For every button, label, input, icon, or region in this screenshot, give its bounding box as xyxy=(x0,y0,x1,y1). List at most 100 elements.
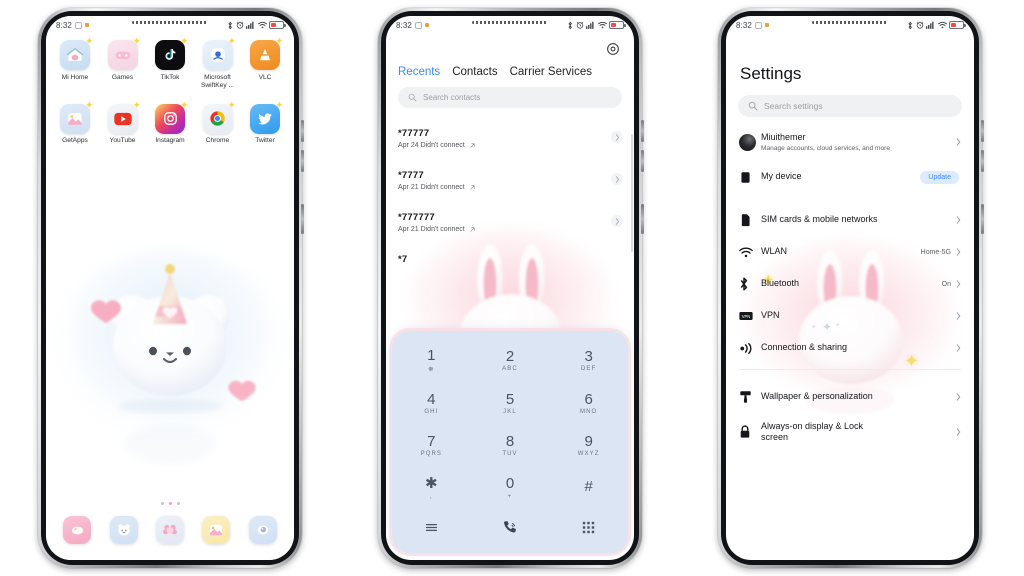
volume-up-button[interactable] xyxy=(981,120,984,142)
app-instagram[interactable]: ✦ Instagram xyxy=(148,100,192,146)
app-swiftkey[interactable]: ✦ Microsoft SwiftKey ... xyxy=(196,37,240,90)
row-label: VPN xyxy=(761,310,780,321)
app-label: Mi Home xyxy=(61,73,89,81)
dialpad-key-star[interactable]: ✱ , xyxy=(403,476,459,500)
search-contacts-input[interactable]: Search contacts xyxy=(398,87,622,108)
wifi-icon xyxy=(257,21,267,29)
status-bar-right xyxy=(907,21,966,30)
volume-up-button[interactable] xyxy=(301,120,304,142)
search-settings-input[interactable]: Search settings xyxy=(738,95,962,117)
app-tiktok[interactable]: ✦ TikTok xyxy=(148,37,192,90)
phone-dock-icon[interactable] xyxy=(63,516,92,544)
call-number: *77777 xyxy=(398,128,430,139)
phone-3-settings: ✦ ● ● ✦ ✦ 8:32 Settings Search settings … xyxy=(718,8,984,568)
call-log-row[interactable]: *7777 Apr 21 Didn't connect xyxy=(386,161,634,203)
gallery-dock-icon[interactable] xyxy=(155,516,184,544)
power-button[interactable] xyxy=(981,204,984,234)
app-mi-home[interactable]: ✦ Mi Home xyxy=(53,37,97,90)
dialpad-digit: 0 xyxy=(505,475,515,493)
dialpad-key-1[interactable]: 1 ☸ xyxy=(403,348,459,373)
dialpad-letters: JKL xyxy=(503,409,517,416)
tab-carrier-services[interactable]: Carrier Services xyxy=(510,66,592,78)
dialpad-key-0[interactable]: 0 + xyxy=(482,476,538,500)
settings-row-sim-cards[interactable]: SIM cards & mobile networks xyxy=(726,204,974,236)
outgoing-call-arrow-icon xyxy=(470,142,475,148)
chevron-right-icon xyxy=(956,428,961,436)
dialpad-digit: 1 xyxy=(427,347,436,365)
bluetooth-icon xyxy=(568,21,572,29)
account-text: Miuithemer Manage accounts, cloud servic… xyxy=(761,132,956,152)
row-value: On xyxy=(941,280,951,288)
settings-row-wallpaper[interactable]: Wallpaper & personalization xyxy=(726,381,974,413)
dialpad-letters: , xyxy=(429,493,433,500)
dialpad-row: 7 PQRS 8 TUV 9 WXYZ xyxy=(392,434,628,458)
update-badge[interactable]: Update xyxy=(920,170,959,184)
browser-dock-icon[interactable] xyxy=(248,516,277,544)
volume-down-button[interactable] xyxy=(981,150,984,172)
messages-bear-dock-icon[interactable] xyxy=(109,516,138,544)
dialpad-key-7[interactable]: 7 PQRS xyxy=(403,434,459,458)
power-button[interactable] xyxy=(301,204,304,234)
phone-2-dialer: 8:32 Recents Contacts Carrier Services S… xyxy=(378,8,644,568)
app-twitter[interactable]: ✦ Twitter xyxy=(243,100,287,146)
dialpad-key-6[interactable]: 6 MNO xyxy=(561,392,617,416)
call-log-row[interactable]: *7 xyxy=(386,245,634,287)
volume-up-button[interactable] xyxy=(641,120,644,142)
list-scrollbar[interactable] xyxy=(631,134,633,252)
status-time: 8:32 xyxy=(396,20,412,30)
settings-row-my-device[interactable]: My device Update xyxy=(726,161,974,193)
gear-icon[interactable] xyxy=(606,42,620,56)
dialpad-key-2[interactable]: 2 ABC xyxy=(482,349,538,373)
dialpad-key-9[interactable]: 9 WXYZ xyxy=(561,434,617,458)
settings-row-account[interactable]: Miuithemer Manage accounts, cloud servic… xyxy=(726,123,974,161)
tab-contacts[interactable]: Contacts xyxy=(452,66,497,78)
dialpad-digit: 4 xyxy=(427,390,436,408)
dialpad-digit: 3 xyxy=(584,347,593,365)
dialpad-key-hash[interactable]: # xyxy=(561,479,617,497)
settings-row-vpn[interactable]: VPN VPN xyxy=(726,300,974,332)
dialpad-key-8[interactable]: 8 TUV xyxy=(482,434,538,458)
call-log-row[interactable]: *777777 Apr 21 Didn't connect xyxy=(386,203,634,245)
tab-recents[interactable]: Recents xyxy=(398,66,440,78)
svg-text:VPN: VPN xyxy=(742,314,751,319)
call-details-chevron[interactable] xyxy=(611,131,623,143)
volume-down-button[interactable] xyxy=(301,150,304,172)
volume-down-button[interactable] xyxy=(641,150,644,172)
power-button[interactable] xyxy=(641,204,644,234)
dialpad-digit: 7 xyxy=(427,432,436,450)
phone-1-home: 8:32 ✦ Mi Home ✦ Games ✦ TikTok ✦ Micros… xyxy=(38,8,304,568)
settings-row-connection-sharing[interactable]: Connection & sharing xyxy=(726,332,974,364)
swiftkey-icon: ✦ xyxy=(202,37,236,70)
app-getapps[interactable]: ✦ GetApps xyxy=(53,100,97,146)
account-name: Miuithemer xyxy=(761,132,806,143)
app-chrome[interactable]: ✦ Chrome xyxy=(196,100,240,146)
menu-button[interactable] xyxy=(403,522,459,533)
call-detail: Apr 24 Didn't connect xyxy=(398,142,622,149)
row-label: Connection & sharing xyxy=(761,342,848,353)
bluetooth-icon xyxy=(739,277,761,291)
alarm-icon xyxy=(236,22,243,29)
call-details-chevron[interactable] xyxy=(611,173,623,185)
keypad-toggle-button[interactable] xyxy=(561,521,617,534)
call-log-row[interactable]: *77777 Apr 24 Didn't connect xyxy=(386,119,634,161)
app-youtube[interactable]: ✦ YouTube xyxy=(101,100,145,146)
settings-row-bluetooth[interactable]: Bluetooth On xyxy=(726,268,974,300)
call-details-chevron[interactable] xyxy=(611,215,623,227)
settings-row-lock-screen[interactable]: Always-on display & Lock screen xyxy=(726,413,974,451)
call-number: *777777 xyxy=(398,212,435,223)
call-button[interactable] xyxy=(482,519,538,536)
app-games[interactable]: ✦ Games xyxy=(101,37,145,90)
dialpad-key-3[interactable]: 3 DEF xyxy=(561,349,617,373)
dialpad: 1 ☸ 2 ABC 3 DEF 4 GHI 5 JKL 6 MNO 7 PQRS… xyxy=(392,331,628,553)
page-indicator[interactable] xyxy=(46,502,294,505)
dialpad-digit: ✱ xyxy=(425,475,438,493)
app-label: GetApps xyxy=(62,137,88,145)
app-vlc[interactable]: ✦ VLC xyxy=(243,37,287,90)
settings-row-wlan[interactable]: WLAN Home-5G xyxy=(726,236,974,268)
instagram-icon: ✦ xyxy=(155,100,188,134)
camera-dock-icon[interactable] xyxy=(202,516,231,544)
wifi-icon xyxy=(937,21,947,29)
dialpad-key-5[interactable]: 5 JKL xyxy=(482,392,538,416)
row-text: Connection & sharing xyxy=(761,342,956,353)
dialpad-key-4[interactable]: 4 GHI xyxy=(403,392,459,416)
